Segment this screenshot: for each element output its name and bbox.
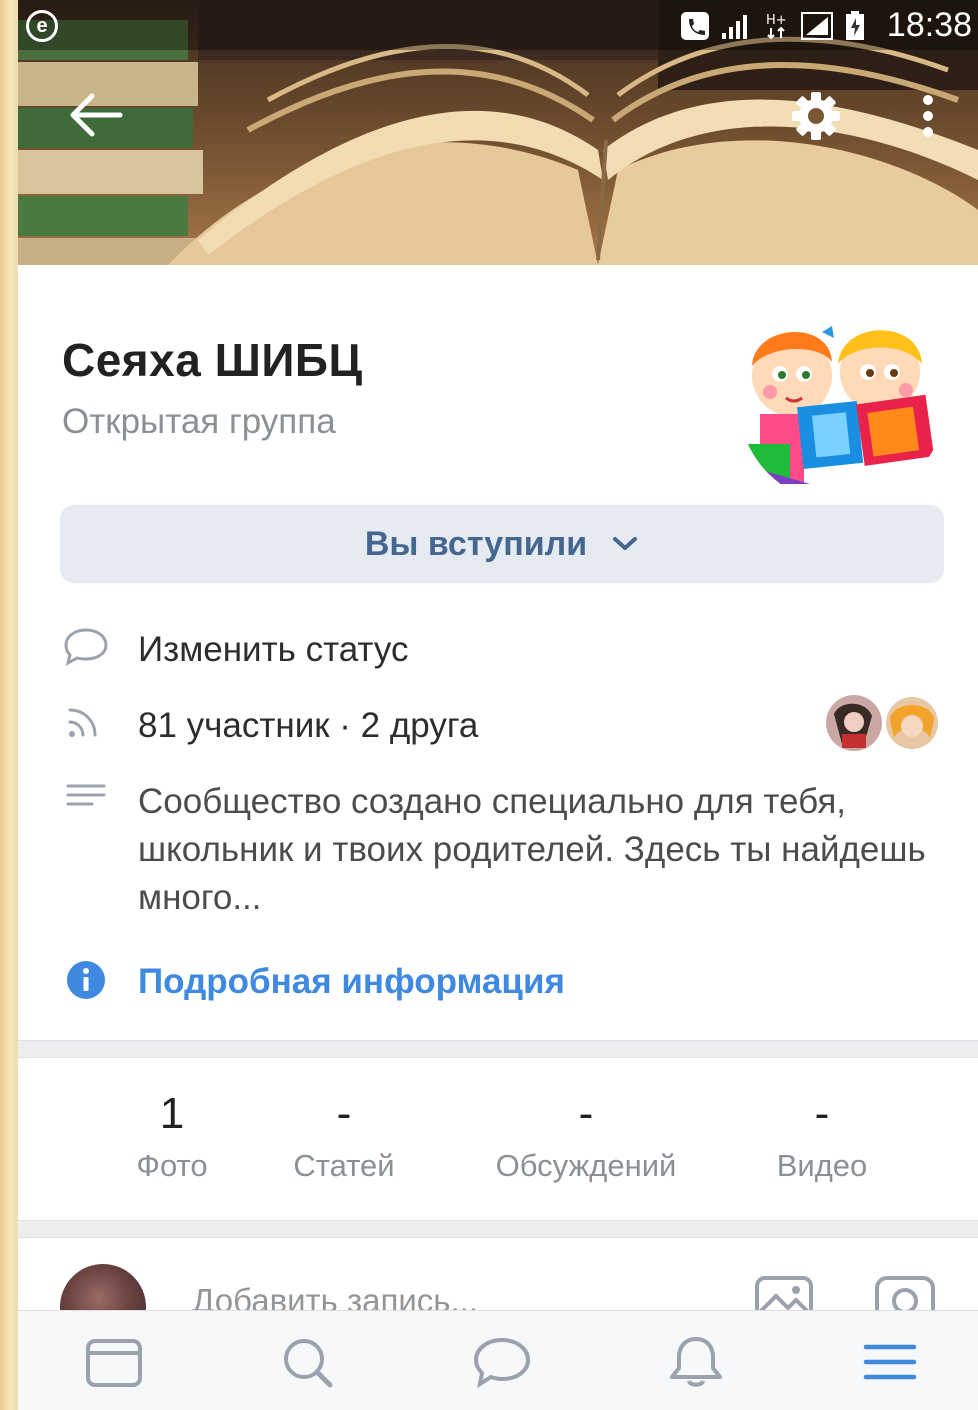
- notifications-icon[interactable]: [666, 1335, 726, 1389]
- counter-value: 1: [159, 1089, 185, 1138]
- counter-label: Обсуждений: [495, 1148, 677, 1183]
- counter-discussions[interactable]: - Обсуждений: [466, 1088, 706, 1184]
- counter-photos[interactable]: 1 Фото: [114, 1088, 230, 1184]
- details-row[interactable]: Подробная информация: [62, 958, 952, 1006]
- signal-sim2-icon: [801, 12, 833, 40]
- group-avatar[interactable]: [730, 314, 946, 484]
- counters-bar: 1 Фото - Статей - Обсуждений - Видео: [18, 1058, 978, 1220]
- group-type: Открытая группа: [62, 402, 336, 441]
- description-row[interactable]: Сообщество создано специально для тебя, …: [62, 778, 952, 922]
- bottom-tab-bar: [18, 1310, 978, 1410]
- signal-icon: [722, 15, 747, 39]
- joined-button[interactable]: Вы вступили: [60, 505, 944, 583]
- news-icon[interactable]: [84, 1335, 144, 1389]
- add-post-placeholder[interactable]: Добавить запись...: [192, 1282, 478, 1310]
- data-icon: H+: [766, 13, 787, 40]
- phone-screen: e H+ 18:38 Сеяха ШИБЦ Открытая группа Вы…: [18, 0, 978, 1410]
- speech-bubble-icon: [64, 628, 108, 666]
- counter-value: -: [814, 1089, 830, 1138]
- chevron-down-icon: [613, 537, 638, 550]
- counter-label: Видео: [776, 1148, 868, 1183]
- svg-text:H+: H+: [766, 13, 787, 28]
- post-composer[interactable]: Добавить запись...: [18, 1238, 978, 1310]
- gear-icon[interactable]: [786, 90, 846, 142]
- browser-icon: e: [26, 10, 58, 42]
- search-icon[interactable]: [278, 1335, 338, 1389]
- phone-icon: [681, 12, 709, 40]
- counter-videos[interactable]: - Видео: [752, 1088, 892, 1184]
- counter-articles[interactable]: - Статей: [274, 1088, 414, 1184]
- arrow-left-icon[interactable]: [68, 90, 124, 140]
- messages-icon[interactable]: [472, 1335, 532, 1389]
- friends-avatars[interactable]: [820, 694, 946, 752]
- camera-icon[interactable]: [874, 1272, 936, 1310]
- joined-button-label: Вы вступили: [364, 524, 588, 563]
- description-text: Сообщество создано специально для тебя, …: [138, 782, 926, 917]
- more-vertical-icon[interactable]: [914, 92, 942, 140]
- members-row[interactable]: 81 участник · 2 друга: [62, 702, 952, 750]
- separator: [18, 1220, 978, 1238]
- status-icons: H+: [680, 10, 866, 42]
- user-avatar: [60, 1264, 146, 1310]
- counter-value: -: [578, 1089, 594, 1138]
- status-time: 18:38: [886, 6, 972, 44]
- image-icon[interactable]: [754, 1272, 814, 1310]
- details-link[interactable]: Подробная информация: [138, 958, 565, 1006]
- text-lines-icon: [66, 784, 106, 806]
- change-status-label: Изменить статус: [138, 630, 409, 669]
- battery-icon: [846, 11, 864, 40]
- background-frame: [0, 0, 18, 1410]
- counter-label: Статей: [293, 1148, 395, 1183]
- change-status-row[interactable]: Изменить статус: [62, 626, 952, 674]
- counter-value: -: [336, 1089, 352, 1138]
- counter-label: Фото: [136, 1148, 208, 1183]
- cover-image: e H+ 18:38: [18, 0, 978, 265]
- members-label: 81 участник · 2 друга: [138, 706, 479, 745]
- info-icon: [67, 961, 105, 999]
- separator: [18, 1040, 978, 1058]
- status-bar: e H+ 18:38: [18, 0, 978, 50]
- rss-icon: [68, 708, 97, 737]
- menu-icon[interactable]: [860, 1335, 920, 1389]
- group-title: Сеяха ШИБЦ: [62, 334, 363, 386]
